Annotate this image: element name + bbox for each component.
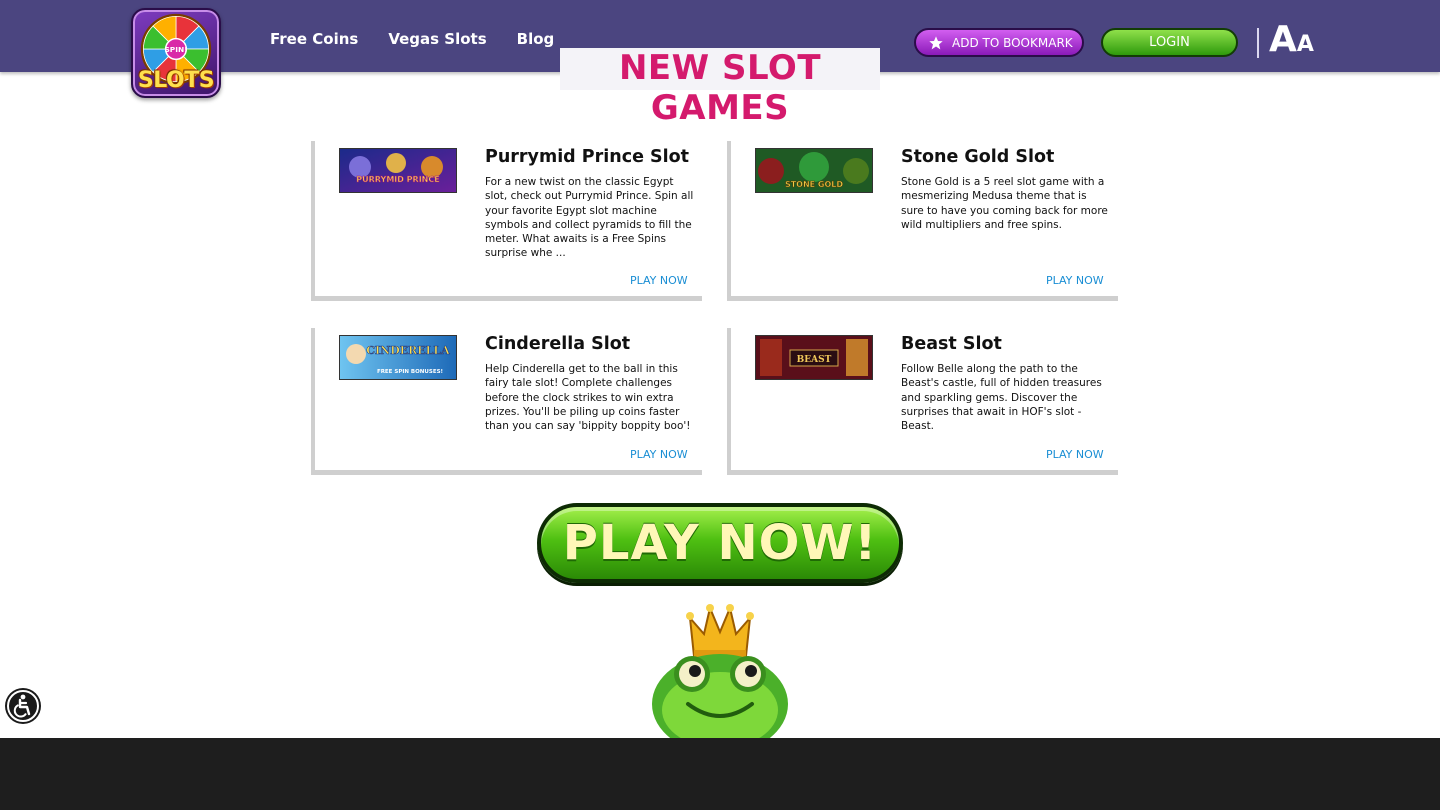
game-thumbnail[interactable]: PURRYMID PRINCE xyxy=(339,148,457,193)
play-now-link[interactable]: PLAY NOW xyxy=(1046,274,1104,287)
game-thumbnail[interactable]: STONE GOLD xyxy=(755,148,873,193)
game-title: Stone Gold Slot xyxy=(901,147,1055,167)
game-card-purrymid: PURRYMID PRINCE Purrymid Prince Slot For… xyxy=(311,141,702,301)
game-title: Beast Slot xyxy=(901,334,1002,354)
game-description: Follow Belle along the path to the Beast… xyxy=(901,363,1102,433)
site-footer xyxy=(0,738,1440,810)
site-logo[interactable]: SPIN! SLOTS xyxy=(131,8,221,98)
game-card-beast: BEAST Beast Slot Follow Belle along the … xyxy=(727,328,1118,475)
section-divider-left xyxy=(370,68,560,71)
game-title: Cinderella Slot xyxy=(485,334,631,354)
logo-text: SLOTS xyxy=(137,68,215,93)
bookmark-label: ADD TO BOOKMARK xyxy=(952,35,1073,50)
game-description: Help Cinderella get to the ball in this … xyxy=(485,363,691,433)
play-now-button[interactable]: PLAY NOW! xyxy=(537,503,903,583)
login-label: LOGIN xyxy=(1149,35,1190,50)
thumb-text: BEAST xyxy=(797,355,832,365)
game-description: Stone Gold is a 5 reel slot game with a … xyxy=(901,176,1108,231)
nav-blog[interactable]: Blog xyxy=(517,30,555,48)
font-size-small-a: A xyxy=(1296,32,1314,57)
game-title: Purrymid Prince Slot xyxy=(485,147,690,167)
nav-vegas-slots[interactable]: Vegas Slots xyxy=(388,30,486,48)
game-card-stone-gold: STONE GOLD Stone Gold Slot Stone Gold is… xyxy=(727,141,1118,301)
section-divider-right xyxy=(880,68,1070,71)
accessibility-icon xyxy=(7,690,39,722)
accessibility-button[interactable] xyxy=(5,688,41,724)
thumb-text: CINDERELLA xyxy=(366,344,450,357)
play-now-link[interactable]: PLAY NOW xyxy=(630,448,688,461)
font-size-icon[interactable]: AA xyxy=(1269,22,1314,58)
game-thumbnail[interactable]: BEAST xyxy=(755,335,873,380)
header-divider xyxy=(1257,28,1259,58)
logo-badge: SPIN! xyxy=(164,45,187,54)
crown-icon xyxy=(686,604,754,658)
thumb-subtext: FREE SPIN BONUSES! xyxy=(377,369,443,375)
star-icon xyxy=(929,35,943,49)
thumb-text: PURRYMID PRINCE xyxy=(356,175,439,184)
frog-prince-mascot-icon xyxy=(652,604,788,738)
add-to-bookmark-button[interactable]: ADD TO BOOKMARK xyxy=(914,28,1084,57)
play-now-link[interactable]: PLAY NOW xyxy=(1046,448,1104,461)
font-size-big-a: A xyxy=(1269,19,1297,60)
nav-free-coins[interactable]: Free Coins xyxy=(270,30,358,48)
play-now-link[interactable]: PLAY NOW xyxy=(630,274,688,287)
game-description: For a new twist on the classic Egypt slo… xyxy=(485,176,694,260)
section-title: NEW SLOT GAMES xyxy=(618,48,822,128)
play-now-label: PLAY NOW! xyxy=(562,515,878,571)
game-thumbnail[interactable]: CINDERELLA FREE SPIN BONUSES! xyxy=(339,335,457,380)
main-nav: Free Coins Vegas Slots Blog xyxy=(270,30,554,48)
thumb-text: STONE GOLD xyxy=(785,180,843,189)
game-card-cinderella: CINDERELLA FREE SPIN BONUSES! Cinderella… xyxy=(311,328,702,475)
login-button[interactable]: LOGIN xyxy=(1101,28,1238,57)
